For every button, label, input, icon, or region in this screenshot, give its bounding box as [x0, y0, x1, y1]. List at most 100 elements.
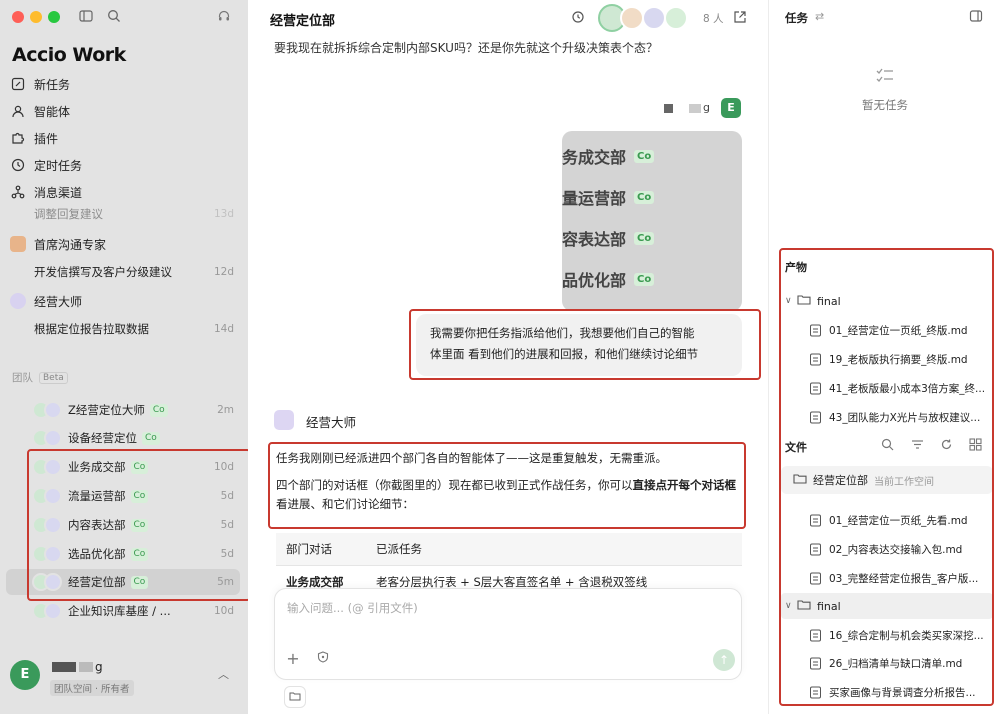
name-redaction [52, 662, 76, 672]
send-button[interactable]: ↑ [713, 649, 735, 671]
image-line-text: 品优化部 [562, 271, 627, 290]
agent-row-master[interactable]: 经营大师 [10, 290, 238, 312]
agent-name: 经营大师 [34, 294, 83, 309]
user-name-redaction [664, 104, 673, 113]
headset-icon[interactable] [216, 9, 232, 25]
user-avatar[interactable]: E [10, 660, 40, 690]
chat-row[interactable]: 开发信撰写及客户分级建议 12d [34, 262, 234, 282]
chat-main: 经营定位部 8 人 要我现在就拆拆综合定制内部SKU吗？还是你先就这个升级决策表… [248, 0, 768, 714]
bot-name: 经营大师 [306, 415, 357, 430]
nav-agents[interactable]: 智能体 [10, 100, 238, 122]
maximize-window-dot[interactable] [48, 11, 60, 23]
team-row[interactable]: Z经营定位大师 Co 2m [32, 398, 234, 422]
attached-screenshot[interactable]: 务成交部 Co 量运营部 Co 容表达部 Co 品优化部 Co [562, 131, 742, 311]
sidebar-toggle-icon[interactable] [78, 9, 94, 25]
agent-icon [10, 103, 26, 119]
member-avatar[interactable] [642, 6, 666, 30]
nav-label: 插件 [34, 131, 59, 146]
image-line: 品优化部 Co [562, 267, 655, 291]
team-avatar-pair [32, 429, 62, 447]
image-line-text: 量运营部 [562, 189, 627, 208]
plus-icon[interactable]: + [285, 651, 301, 667]
composer: + ↑ [274, 588, 742, 680]
panel-toggle-icon[interactable] [969, 9, 983, 26]
agent-row-comms[interactable]: 首席沟通专家 [10, 233, 238, 255]
master-avatar [10, 293, 26, 309]
highlight-box-bot-reply [268, 442, 746, 529]
sidebar: Accio Work 新任务 智能体 插件 定时任务 消息渠道 调整回复建议 1… [0, 0, 251, 714]
table-header: 部门对话 [276, 533, 366, 566]
image-line: 容表达部 Co [562, 226, 655, 250]
nav-label: 智能体 [34, 104, 71, 119]
previous-message-text: 要我现在就拆拆综合定制内部SKU吗？还是你先就这个升级决策表个态？ [274, 41, 658, 55]
chat-title: 调整回复建议 [34, 207, 103, 221]
nav-plugins[interactable]: 插件 [10, 127, 238, 149]
bot-avatar [274, 410, 294, 430]
team-name: 企业知识库基座 / ... [68, 604, 171, 618]
user-name-text: g [95, 660, 103, 674]
chat-time: 14d [213, 323, 234, 335]
chat-title: 经营定位部 [270, 14, 336, 29]
image-line-text: 务成交部 [562, 148, 627, 167]
member-avatar[interactable] [620, 6, 644, 30]
image-line-text: 容表达部 [562, 230, 627, 249]
chat-time: 13d [213, 208, 234, 220]
image-line: 务成交部 Co [562, 144, 655, 168]
chat-row-partial[interactable]: 调整回复建议 13d [34, 207, 234, 221]
table-header: 已派任务 [366, 533, 742, 566]
chat-title: 根据定位报告拉取数据 [34, 322, 149, 336]
nav-channels[interactable]: 消息渠道 [10, 181, 238, 203]
search-icon[interactable] [106, 9, 122, 25]
comms-expert-avatar [10, 236, 26, 252]
history-icon[interactable] [570, 10, 586, 26]
highlight-box-files [779, 248, 994, 706]
user-message-avatar: E [721, 98, 741, 118]
chat-title: 开发信撰写及客户分级建议 [34, 265, 172, 279]
image-line: 量运营部 Co [562, 185, 655, 209]
no-task-text: 暂无任务 [862, 98, 908, 112]
team-avatar-pair [32, 401, 62, 419]
member-count[interactable]: 8 人 [703, 11, 724, 26]
chat-row[interactable]: 根据定位报告拉取数据 14d [34, 319, 234, 339]
nav-scheduled[interactable]: 定时任务 [10, 154, 238, 176]
team-row[interactable]: 设备经营定位 Co [32, 426, 234, 450]
team-name: Z经营定位大师 [68, 403, 145, 417]
co-badge: Co [634, 231, 655, 245]
close-window-dot[interactable] [12, 11, 24, 23]
user-message-name: g [703, 101, 710, 114]
shield-icon[interactable] [315, 651, 331, 667]
team-time: 2m [217, 404, 234, 416]
nav-label: 新任务 [34, 77, 71, 92]
highlight-box-user-message [409, 309, 761, 380]
filter-icon[interactable]: ⇄ [815, 10, 824, 23]
channel-icon [10, 184, 26, 200]
team-name: 设备经营定位 [68, 431, 137, 445]
minimize-window-dot[interactable] [30, 11, 42, 23]
puzzle-icon [10, 130, 26, 146]
nav-new-task[interactable]: 新任务 [10, 73, 238, 95]
empty-task-icon [875, 66, 895, 89]
table-header-row: 部门对话 已派任务 [276, 533, 742, 566]
team-time: 10d [213, 605, 234, 617]
team-section-header: 团队 Beta [12, 370, 68, 385]
user-name: g [52, 660, 103, 674]
nav-label: 定时任务 [34, 158, 83, 173]
co-badge: Co [149, 403, 168, 417]
app-logo: Accio Work [12, 44, 126, 66]
right-panel: 任务 ⇄ 暂无任务 产物 ∨ final 01_经营定位一页纸_终版.md 19… [768, 0, 1000, 714]
member-avatar[interactable] [664, 6, 688, 30]
user-name-redaction-2 [689, 104, 701, 113]
message-input[interactable] [287, 601, 727, 615]
folder-button[interactable] [284, 686, 306, 708]
share-icon[interactable] [732, 10, 748, 26]
user-space-badge: 团队空间 · 所有者 [50, 680, 134, 696]
chat-time: 12d [213, 266, 234, 278]
edit-icon [10, 76, 26, 92]
chevron-up-icon[interactable]: ︿ [218, 666, 229, 682]
team-row[interactable]: 企业知识库基座 / ... 10d [32, 599, 234, 623]
co-badge: Co [634, 272, 655, 286]
nav-label: 消息渠道 [34, 185, 83, 200]
co-badge: Co [634, 149, 655, 163]
team-avatar-pair [32, 602, 62, 620]
beta-badge: Beta [39, 371, 68, 384]
